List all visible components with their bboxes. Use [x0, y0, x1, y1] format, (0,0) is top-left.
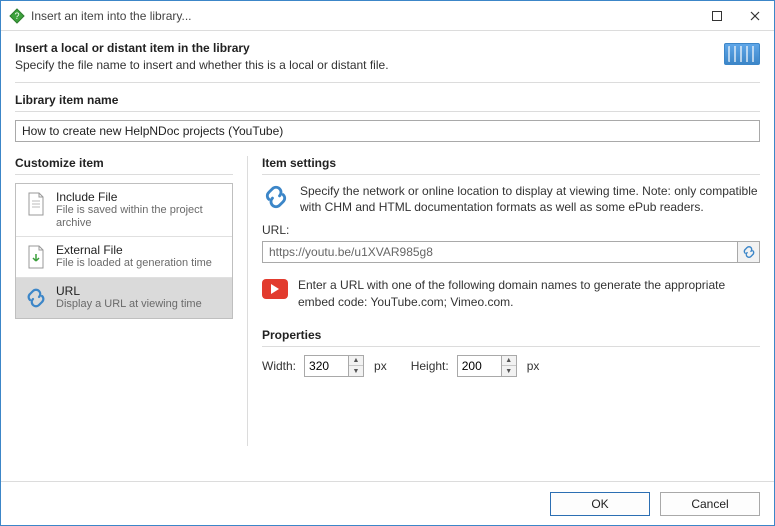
item-title: External File [56, 243, 212, 257]
header-title: Insert a local or distant item in the li… [15, 41, 724, 55]
file-icon [24, 190, 48, 218]
width-unit: px [374, 359, 387, 373]
name-section: Library item name [1, 83, 774, 146]
url-label: URL: [262, 223, 760, 237]
customize-item-include-file[interactable]: Include File File is saved within the pr… [16, 184, 232, 237]
customize-label: Customize item [15, 156, 233, 170]
footer: OK Cancel [1, 481, 774, 525]
item-settings-label: Item settings [262, 156, 760, 170]
customize-item-external-file[interactable]: External File File is loaded at generati… [16, 237, 232, 278]
customize-item-url[interactable]: URL Display a URL at viewing time [16, 278, 232, 318]
url-input[interactable] [262, 241, 738, 263]
library-item-name-input[interactable] [15, 120, 760, 142]
width-up[interactable]: ▲ [349, 356, 363, 367]
link-icon [24, 284, 48, 312]
width-down[interactable]: ▼ [349, 366, 363, 376]
item-title: Include File [56, 190, 224, 204]
height-up[interactable]: ▲ [502, 356, 516, 367]
header: Insert a local or distant item in the li… [1, 31, 774, 82]
item-subtitle: Display a URL at viewing time [56, 298, 202, 311]
height-unit: px [527, 359, 540, 373]
properties-label: Properties [262, 328, 760, 342]
ok-button[interactable]: OK [550, 492, 650, 516]
height-spinner[interactable]: ▲▼ [457, 355, 517, 377]
height-label: Height: [411, 359, 449, 373]
url-browse-button[interactable] [738, 241, 760, 263]
customize-list: Include File File is saved within the pr… [15, 183, 233, 319]
cancel-button[interactable]: Cancel [660, 492, 760, 516]
item-subtitle: File is saved within the project archive [56, 204, 224, 230]
movie-icon [724, 43, 760, 65]
header-subtitle: Specify the file name to insert and whet… [15, 58, 724, 72]
height-input[interactable] [457, 355, 501, 377]
window-title: Insert an item into the library... [31, 9, 698, 23]
maximize-button[interactable] [698, 1, 736, 31]
app-icon: ? [9, 8, 25, 24]
name-label: Library item name [15, 93, 760, 107]
item-title: URL [56, 284, 202, 298]
item-settings-description: Specify the network or online location t… [300, 183, 760, 215]
height-down[interactable]: ▼ [502, 366, 516, 376]
width-spinner[interactable]: ▲▼ [304, 355, 364, 377]
external-file-icon [24, 243, 48, 271]
embed-hint: Enter a URL with one of the following do… [298, 277, 760, 309]
width-label: Width: [262, 359, 296, 373]
svg-text:?: ? [14, 11, 19, 21]
youtube-icon [262, 279, 288, 299]
item-subtitle: File is loaded at generation time [56, 257, 212, 270]
titlebar: ? Insert an item into the library... [1, 1, 774, 31]
close-button[interactable] [736, 1, 774, 31]
link-icon [262, 183, 290, 211]
width-input[interactable] [304, 355, 348, 377]
